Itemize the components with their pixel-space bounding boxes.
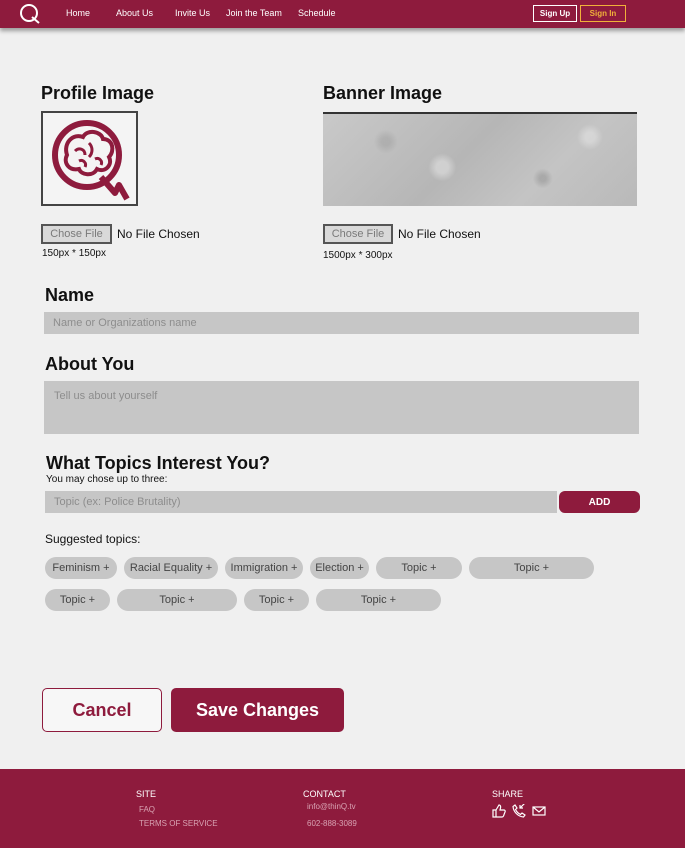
sign-up-button[interactable]: Sign Up [533,5,577,22]
name-heading: Name [45,285,95,305]
footer-site-heading: SITE [136,789,157,799]
profile-choose-file-button[interactable]: Chose File [41,224,112,244]
profile-file-status: No File Chosen [117,227,200,241]
name-input[interactable]: Name or Organizations name [44,312,639,334]
nav-join-the-team-link[interactable]: Join the Team [226,8,282,18]
top-navigation-bar: Home About Us Invite Us Join the Team Sc… [0,0,685,28]
footer-terms-link[interactable]: TERMS OF SERVICE [139,819,218,828]
topic-chip[interactable]: Topic + [117,589,237,611]
brain-logo-icon [51,119,130,200]
cancel-button[interactable]: Cancel [42,688,162,732]
banner-choose-file-button[interactable]: Chose File [323,224,393,244]
profile-image-preview [41,111,138,206]
profile-image-heading: Profile Image [41,83,155,103]
topic-chip[interactable]: Topic + [316,589,441,611]
banner-size-hint: 1500px * 300px [323,250,393,261]
footer-faq-link[interactable]: FAQ [139,805,155,814]
topic-chip-immigration[interactable]: Immigration + [225,557,303,579]
footer-email-link[interactable]: info@thinQ.tv [307,802,356,811]
topics-heading: What Topics Interest You? [46,453,271,473]
footer-share-heading: SHARE [492,789,524,799]
mail-icon[interactable] [532,804,546,818]
nav-about-us-link[interactable]: About Us [116,8,153,18]
topic-chip[interactable]: Topic + [376,557,462,579]
footer-contact-heading: CONTACT [303,789,346,799]
sign-in-button[interactable]: Sign In [580,5,626,22]
save-changes-button[interactable]: Save Changes [171,688,344,732]
nav-home-link[interactable]: Home [66,8,90,18]
banner-file-status: No File Chosen [398,227,481,241]
thumbs-up-icon[interactable] [492,804,506,818]
topics-limit-note: You may chose up to three: [46,474,168,485]
thinq-logo-icon[interactable] [17,2,43,26]
about-you-textarea[interactable]: Tell us about yourself [44,381,639,434]
share-icons [492,804,546,818]
phone-icon[interactable] [512,804,526,818]
about-you-heading: About You [45,354,135,374]
nav-schedule-link[interactable]: Schedule [298,8,336,18]
footer-phone-link[interactable]: 602-888-3089 [307,819,357,828]
nav-invite-us-link[interactable]: Invite Us [175,8,210,18]
suggested-topics-label: Suggested topics: [45,532,141,546]
banner-image-heading: Banner Image [323,83,443,103]
add-topic-button[interactable]: ADD [559,491,640,513]
topic-chip-feminism[interactable]: Feminism + [45,557,117,579]
topic-chip-racial-equality[interactable]: Racial Equality + [124,557,218,579]
topic-chip[interactable]: Topic + [45,589,110,611]
profile-size-hint: 150px * 150px [42,248,106,259]
topic-chip[interactable]: Topic + [469,557,594,579]
topic-input[interactable]: Topic (ex: Police Brutality) [45,491,557,513]
banner-image-preview [323,112,637,206]
topic-chip[interactable]: Topic + [244,589,309,611]
topic-chip-election[interactable]: Election + [310,557,369,579]
footer: SITE FAQ TERMS OF SERVICE CONTACT info@t… [0,769,685,848]
